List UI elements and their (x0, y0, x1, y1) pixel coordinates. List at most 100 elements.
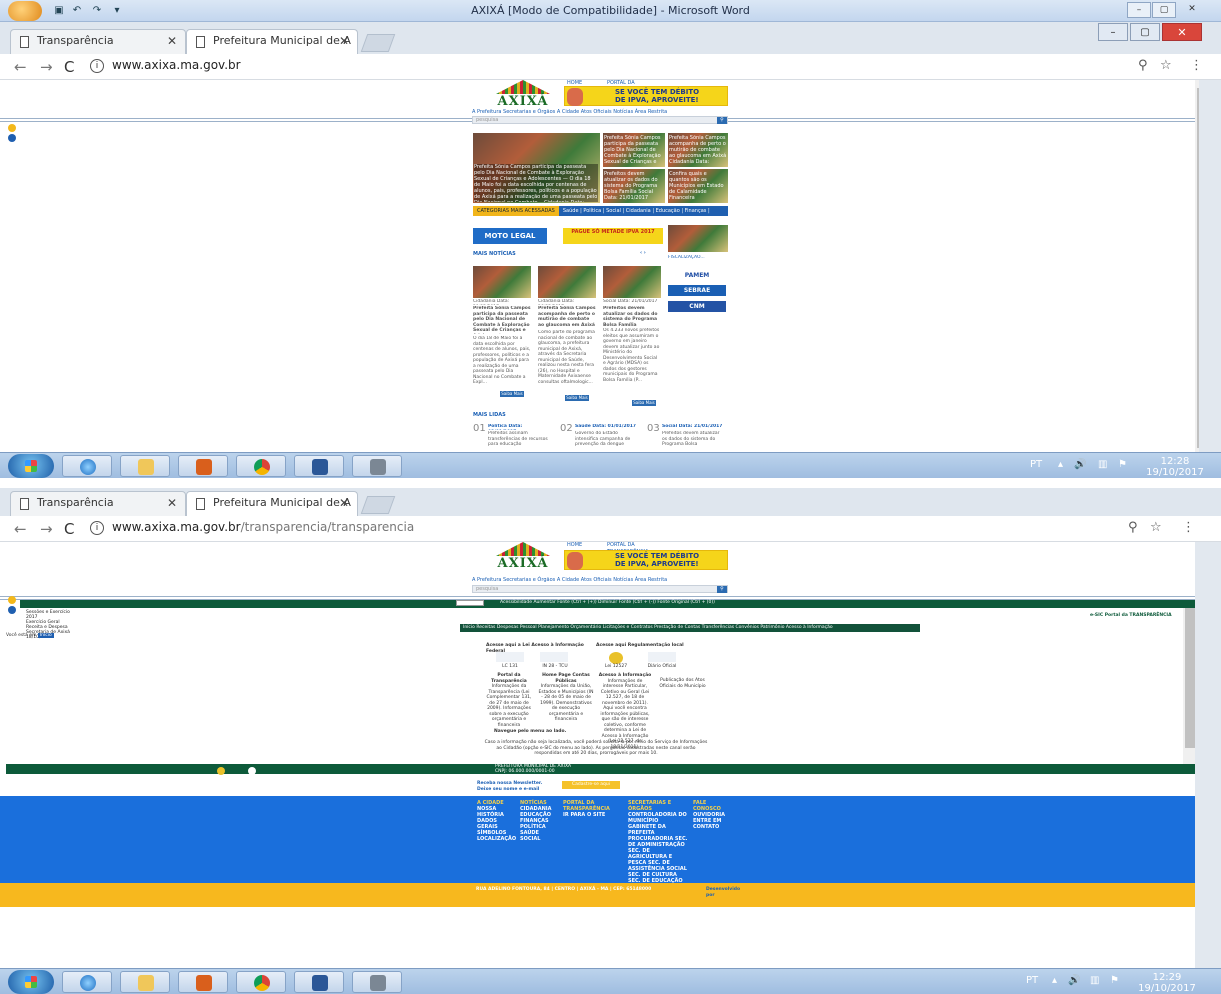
side-news-caption[interactable]: Prefeitos devem atualizar os dados do si… (604, 171, 664, 201)
forward-arrow-icon[interactable]: → (40, 58, 53, 76)
portal-transparencia-column[interactable]: Portal da Transparência Informações da Tr… (483, 673, 535, 728)
contas-publicas-column[interactable]: Home Page Contas Públicas Informações da … (538, 673, 594, 723)
most-read-item[interactable]: Governo do Estado intensifica campanha d… (575, 431, 637, 451)
site-search[interactable]: pesquisa ⚲ (472, 116, 728, 124)
taskbar-media-button[interactable] (178, 455, 228, 477)
tab-transparencia[interactable]: Transparência ✕ (10, 29, 186, 54)
taskbar-word-button[interactable] (294, 455, 344, 477)
law-link[interactable]: LC 131 (490, 664, 530, 670)
address-bar[interactable]: i www.axixa.ma.gov.br (90, 57, 1140, 77)
video-thumbnail[interactable] (668, 225, 728, 252)
start-button[interactable] (8, 970, 54, 994)
taskbar-chrome-button[interactable] (236, 455, 286, 477)
footer-col-portal[interactable]: PORTAL DA TRANSPARÊNCIA IR PARA O SITE (563, 800, 623, 818)
accessibility-links[interactable]: Acessibilidade Aumentar Fonte (Ctrl + (+… (500, 600, 750, 605)
action-center-flag-icon[interactable]: ⚑ (1118, 459, 1127, 470)
word-minimize-button[interactable]: – (1127, 2, 1151, 18)
chrome-menu-icon[interactable]: ⋮ (1182, 520, 1195, 535)
taskbar-calc-button[interactable] (352, 971, 402, 993)
show-hidden-icons-icon[interactable]: ▴ (1058, 459, 1063, 470)
lei-12527-icon[interactable] (609, 652, 623, 664)
site-menu[interactable]: A Prefeitura Secretarias e Órgãos A Cida… (472, 575, 728, 585)
zoom-icon[interactable]: ⚲ (1128, 520, 1138, 535)
forward-arrow-icon[interactable]: → (40, 520, 53, 538)
bookmark-star-icon[interactable]: ☆ (1150, 520, 1162, 535)
law-link[interactable]: Diário Oficial (642, 664, 682, 670)
taskbar-explorer-button[interactable] (120, 455, 170, 477)
side-news-caption[interactable]: Confira quais e quantos são os Município… (669, 171, 727, 201)
taskbar-chrome-button[interactable] (236, 971, 286, 993)
law-link[interactable]: Lei 12527 (596, 664, 636, 670)
language-indicator[interactable]: PT (1026, 975, 1038, 986)
in28-icon[interactable] (540, 652, 568, 662)
news-card-photo[interactable] (538, 266, 596, 298)
ipva-small-banner[interactable]: PAGUE SÓ METADE IPVA 2017 (563, 228, 663, 244)
network-icon[interactable]: ▥ (1098, 459, 1107, 470)
back-arrow-icon[interactable]: ← (14, 58, 27, 76)
developer-credit[interactable]: Desenvolvido por (706, 887, 746, 899)
language-indicator[interactable]: PT (1030, 459, 1042, 470)
reload-icon[interactable]: C (64, 58, 74, 76)
site-info-icon[interactable]: i (90, 59, 104, 73)
volume-icon[interactable]: 🔊 (1068, 975, 1080, 986)
most-read-item[interactable]: Prefeitos devem atualizar os dados do si… (662, 431, 726, 451)
footer-col-noticias[interactable]: NOTÍCIAS CIDADANIA EDUCAÇÃO FINANÇAS POLÍ… (520, 800, 560, 842)
accessibility-icon[interactable] (8, 124, 16, 132)
taskbar-ie-button[interactable] (62, 971, 112, 993)
cadastre-button[interactable]: Cadastre-se aqui (562, 781, 620, 789)
taskbar-media-button[interactable] (178, 971, 228, 993)
chrome-close-button[interactable]: ✕ (1162, 23, 1202, 41)
right-caption[interactable]: FISCALIZAÇÃO... (668, 255, 728, 261)
taskbar-clock[interactable]: 12:29 19/10/2017 (1132, 972, 1202, 994)
news-card-photo[interactable] (603, 266, 661, 298)
taskbar-ie-button[interactable] (62, 455, 112, 477)
site-info-icon[interactable]: i (90, 521, 104, 535)
action-center-flag-icon[interactable]: ⚑ (1110, 975, 1119, 986)
sebrae-logo[interactable]: SEBRAE (668, 285, 726, 296)
chrome-maximize-button[interactable]: ▢ (1130, 23, 1160, 41)
volume-icon[interactable]: 🔊 (1074, 459, 1086, 470)
tab-prefeitura[interactable]: Prefeitura Municipal de A ✕ (186, 29, 358, 54)
network-icon[interactable]: ▥ (1090, 975, 1099, 986)
main-news-caption[interactable]: Prefeita Sônia Campos participa da passe… (474, 164, 598, 202)
news-card-photo[interactable] (473, 266, 531, 298)
address-bar[interactable]: i www.axixa.ma.gov.br/transparencia/tran… (90, 519, 1140, 539)
show-hidden-icons-icon[interactable]: ▴ (1052, 975, 1057, 986)
start-button[interactable] (8, 454, 54, 478)
taskbar-clock[interactable]: 12:28 19/10/2017 (1140, 456, 1210, 478)
taskbar-word-button[interactable] (294, 971, 344, 993)
transparency-search-input[interactable] (456, 600, 484, 606)
atos-oficiais-column[interactable]: Publicação dos Atos Oficiais do Municípi… (655, 678, 710, 689)
side-news-caption[interactable]: Prefeita Sônia Campos participa da passe… (604, 135, 664, 165)
new-tab-button[interactable] (360, 496, 396, 514)
transparency-nav[interactable]: Início Receitas Despesas Pessoal Planeja… (460, 624, 920, 632)
reload-icon[interactable]: C (64, 520, 74, 538)
footer-col-cidade[interactable]: A CIDADE NOSSA HISTÓRIA DADOS GERAIS SÍMB… (477, 800, 517, 842)
close-tab-icon[interactable]: ✕ (167, 34, 177, 48)
tab-prefeitura[interactable]: Prefeitura Municipal de A ✕ (186, 491, 358, 516)
saiba-mais-button[interactable]: Saiba Mais (500, 391, 524, 397)
news-card-title[interactable]: Prefeita Sônia Campos participa da passe… (473, 306, 531, 334)
footer-col-fale-conosco[interactable]: FALE CONOSCO OUVIDORIA ENTRE EM CONTATO (693, 800, 733, 830)
lc131-icon[interactable] (496, 652, 524, 662)
saiba-mais-button[interactable]: Saiba Mais (565, 395, 589, 401)
bookmark-star-icon[interactable]: ☆ (1160, 58, 1172, 73)
category-bar[interactable]: CATEGORIAS MAIS ACESSADAS Saúde | Polític… (473, 206, 728, 216)
close-tab-icon[interactable]: ✕ (167, 496, 177, 510)
side-news-caption[interactable]: Prefeita Sônia Campos acompanha de perto… (669, 135, 727, 165)
zoom-icon[interactable]: ⚲ (1138, 58, 1148, 73)
ipva-banner[interactable]: SE VOCÊ TEM DÉBITO DE IPVA, APROVEITE! (564, 550, 728, 570)
accessibility-icon[interactable] (8, 596, 16, 604)
axixa-logo[interactable]: AXIXÁ (482, 80, 564, 109)
taskbar-calc-button[interactable] (352, 455, 402, 477)
axixa-logo[interactable]: AXIXÁ (482, 542, 564, 571)
moto-legal-banner[interactable]: MOTO LEGAL (473, 228, 547, 244)
law-link[interactable]: IN 28 - TCU (535, 664, 575, 670)
site-search[interactable]: pesquisa ⚲ (472, 585, 728, 593)
new-tab-button[interactable] (360, 34, 396, 52)
tab-transparencia[interactable]: Transparência ✕ (10, 491, 186, 516)
chrome-minimize-button[interactable]: – (1098, 23, 1128, 41)
word-close-button[interactable]: ✕ (1180, 2, 1204, 18)
ipva-banner[interactable]: SE VOCÊ TEM DÉBITO DE IPVA, APROVEITE! (564, 86, 728, 106)
taskbar-explorer-button[interactable] (120, 971, 170, 993)
